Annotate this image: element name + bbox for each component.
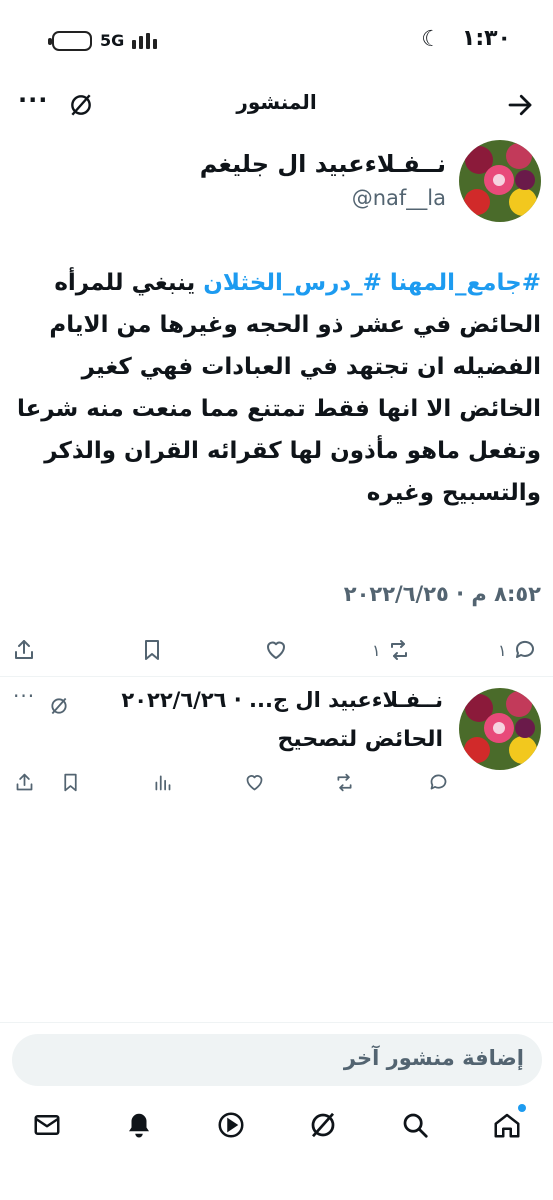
- views-icon: [155, 775, 170, 790]
- home-icon: [494, 1113, 520, 1138]
- reply-repost-button[interactable]: [332, 768, 356, 796]
- repost-icon: [337, 773, 351, 791]
- post-author: نــفـلاءعبيد ال جليغم @naf__la: [11, 140, 541, 226]
- reply-header: ··· نــفـلاءعبيد ال ج... · ٢٠٢٢/٦/٢٦: [13, 684, 443, 722]
- play-icon: [218, 1112, 244, 1138]
- bell-icon: [129, 1113, 149, 1138]
- like-button[interactable]: [264, 630, 288, 670]
- repost-button[interactable]: ١: [372, 630, 411, 670]
- reply-author-and-date[interactable]: نــفـلاءعبيد ال ج... · ٢٠٢٢/٦/٢٦: [121, 688, 443, 712]
- share-button[interactable]: [12, 630, 36, 670]
- reply-share-button[interactable]: [12, 768, 36, 796]
- post-timestamp: ٨:٥٢ م · ٢٠٢٢/٦/٢٥: [343, 582, 541, 606]
- post-action-bar: ١ ١: [12, 630, 542, 670]
- divider: [0, 676, 553, 677]
- heart-icon: [246, 774, 262, 790]
- grok-icon[interactable]: [49, 696, 69, 716]
- post-body: #جامع_المهنا #_درس_الخثلان ينبغي للمرأه …: [6, 262, 541, 514]
- clock: ١:٣٠: [461, 26, 511, 51]
- grok-icon: [311, 1112, 335, 1138]
- back-arrow-icon[interactable]: [505, 90, 535, 120]
- page-title: المنشور: [236, 90, 317, 114]
- bookmark-icon: [63, 773, 77, 791]
- reply-more-icon[interactable]: ···: [13, 684, 35, 708]
- reply-comment-button[interactable]: [426, 768, 450, 796]
- bookmark-icon: [145, 640, 159, 660]
- moon-icon: ☾: [421, 27, 441, 52]
- bookmark-button[interactable]: [140, 630, 164, 670]
- share-icon: [16, 773, 32, 790]
- nav-home[interactable]: [492, 1104, 526, 1142]
- repost-count: ١: [372, 640, 381, 660]
- top-bar: ··· المنشور: [0, 80, 553, 130]
- nav-messages[interactable]: [32, 1110, 64, 1142]
- add-post-input[interactable]: إضافة منشور آخر: [344, 1046, 524, 1070]
- post-hashtags[interactable]: #جامع_المهنا #_درس_الخثلان: [203, 270, 541, 296]
- reply-button[interactable]: ١: [498, 630, 537, 670]
- avatar[interactable]: [459, 140, 541, 222]
- battery-icon: [48, 31, 92, 51]
- nav-search[interactable]: [400, 1110, 432, 1142]
- reply-text: الحائض لتصحيح: [277, 727, 443, 752]
- status-bar: 5G ☾ ١:٣٠: [0, 0, 553, 80]
- home-notification-dot: [518, 1104, 526, 1112]
- reply-avatar[interactable]: [459, 688, 541, 770]
- reply-views-button[interactable]: [150, 768, 174, 796]
- comment-icon: [430, 774, 446, 789]
- reply-count: ١: [498, 640, 507, 660]
- bottom-nav: [0, 1100, 553, 1160]
- nav-notifications[interactable]: [124, 1110, 156, 1142]
- reply-action-bar: [12, 768, 452, 800]
- comment-icon: [515, 640, 534, 658]
- network-type: 5G: [100, 31, 125, 50]
- nav-video[interactable]: [216, 1110, 248, 1142]
- post-body-first: ينبغي: [131, 270, 196, 296]
- repost-icon: [390, 640, 407, 660]
- share-icon: [15, 640, 33, 659]
- heart-icon: [267, 641, 285, 659]
- add-post-composer[interactable]: إضافة منشور آخر: [12, 1034, 542, 1086]
- reply-bookmark-button[interactable]: [58, 768, 82, 796]
- author-handle[interactable]: @naf__la: [352, 186, 446, 210]
- search-icon: [403, 1113, 428, 1138]
- post-body-rest: للمرأه الحائض في عشر ذو الحجه وغيرها من …: [16, 270, 541, 506]
- nav-grok[interactable]: [308, 1110, 340, 1142]
- divider: [0, 1022, 553, 1023]
- author-name[interactable]: نــفـلاءعبيد ال جليغم: [200, 150, 446, 178]
- reply-like-button[interactable]: [242, 768, 266, 796]
- mail-icon: [34, 1115, 60, 1135]
- signal-icon: [132, 31, 162, 49]
